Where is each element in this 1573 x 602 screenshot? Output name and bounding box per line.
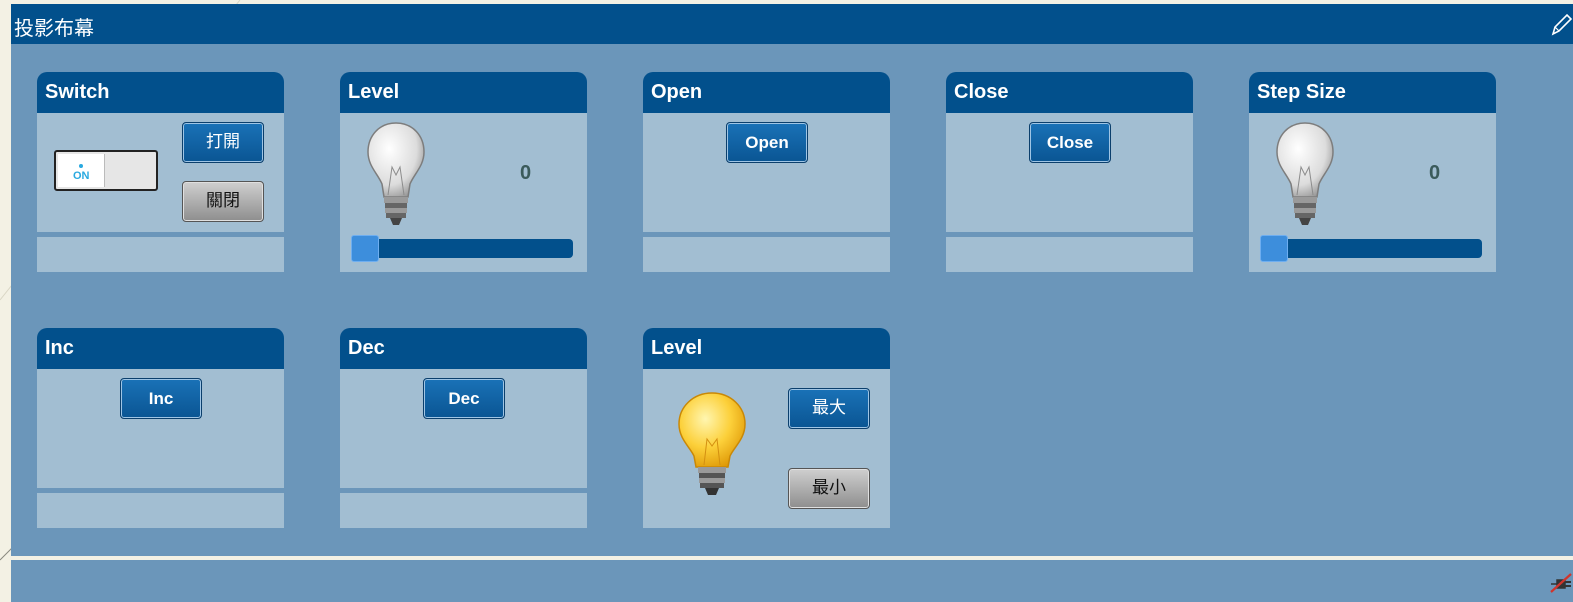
off-button[interactable]: 關閉 [182,181,264,222]
widget-title: Close [946,72,1193,113]
level-value: 0 [520,162,532,184]
toggle-label: ON [73,170,90,182]
widget-title: Dec [340,328,587,369]
step-size-widget: Step Size 0 [1249,72,1496,272]
widget-title: Step Size [1249,72,1496,113]
toggle-indicator [79,164,83,168]
dec-widget: Dec Dec [340,328,587,528]
widget-title: Open [643,72,890,113]
power-toggle[interactable]: ON [54,150,158,191]
device-panel: 投影布幕 Switch ON 打開 關閉 Level 0 Open Open C… [11,4,1573,556]
level-slider-handle[interactable] [351,235,379,262]
panel-title: 投影布幕 [14,18,94,40]
light-bulb-off-icon [367,122,425,225]
on-button[interactable]: 打開 [182,122,264,163]
panel-header: 投影布幕 [11,4,1573,44]
widget-footer [37,493,284,528]
close-button[interactable]: Close [1029,122,1111,163]
widget-title: Inc [37,328,284,369]
light-bulb-off-icon [1276,122,1334,225]
widget-title: Level [643,328,890,369]
level-widget: Level 0 [340,72,587,272]
level-widget-2: Level 最大 最小 [643,328,890,528]
level-slider[interactable] [351,239,573,258]
widget-body: Open [643,113,890,232]
widget-title: Switch [37,72,284,113]
widget-body: Inc [37,369,284,488]
open-button[interactable]: Open [726,122,808,163]
widget-title: Level [340,72,587,113]
widget-footer [37,237,284,272]
step-size-slider-handle[interactable] [1260,235,1288,262]
min-button[interactable]: 最小 [788,468,870,509]
inc-button[interactable]: Inc [120,378,202,419]
widget-body: 0 [1249,113,1496,272]
pencil-icon[interactable] [1549,12,1573,38]
widget-body: 最大 最小 [643,369,890,528]
widget-body: Close [946,113,1193,232]
open-widget: Open Open [643,72,890,272]
close-widget: Close Close [946,72,1193,272]
widget-footer [643,237,890,272]
dec-button[interactable]: Dec [423,378,505,419]
disconnected-plug-icon[interactable] [1547,572,1573,594]
max-button[interactable]: 最大 [788,388,870,429]
widget-footer [946,237,1193,272]
inc-widget: Inc Inc [37,328,284,528]
step-size-value: 0 [1429,162,1441,184]
widget-footer [340,493,587,528]
widget-body: 0 [340,113,587,272]
step-size-slider[interactable] [1260,239,1482,258]
widget-body: ON 打開 關閉 [37,113,284,232]
status-bar [11,560,1573,602]
widget-body: Dec [340,369,587,488]
toggle-knob: ON [58,154,105,187]
switch-widget: Switch ON 打開 關閉 [37,72,284,272]
light-bulb-on-icon [678,392,746,495]
